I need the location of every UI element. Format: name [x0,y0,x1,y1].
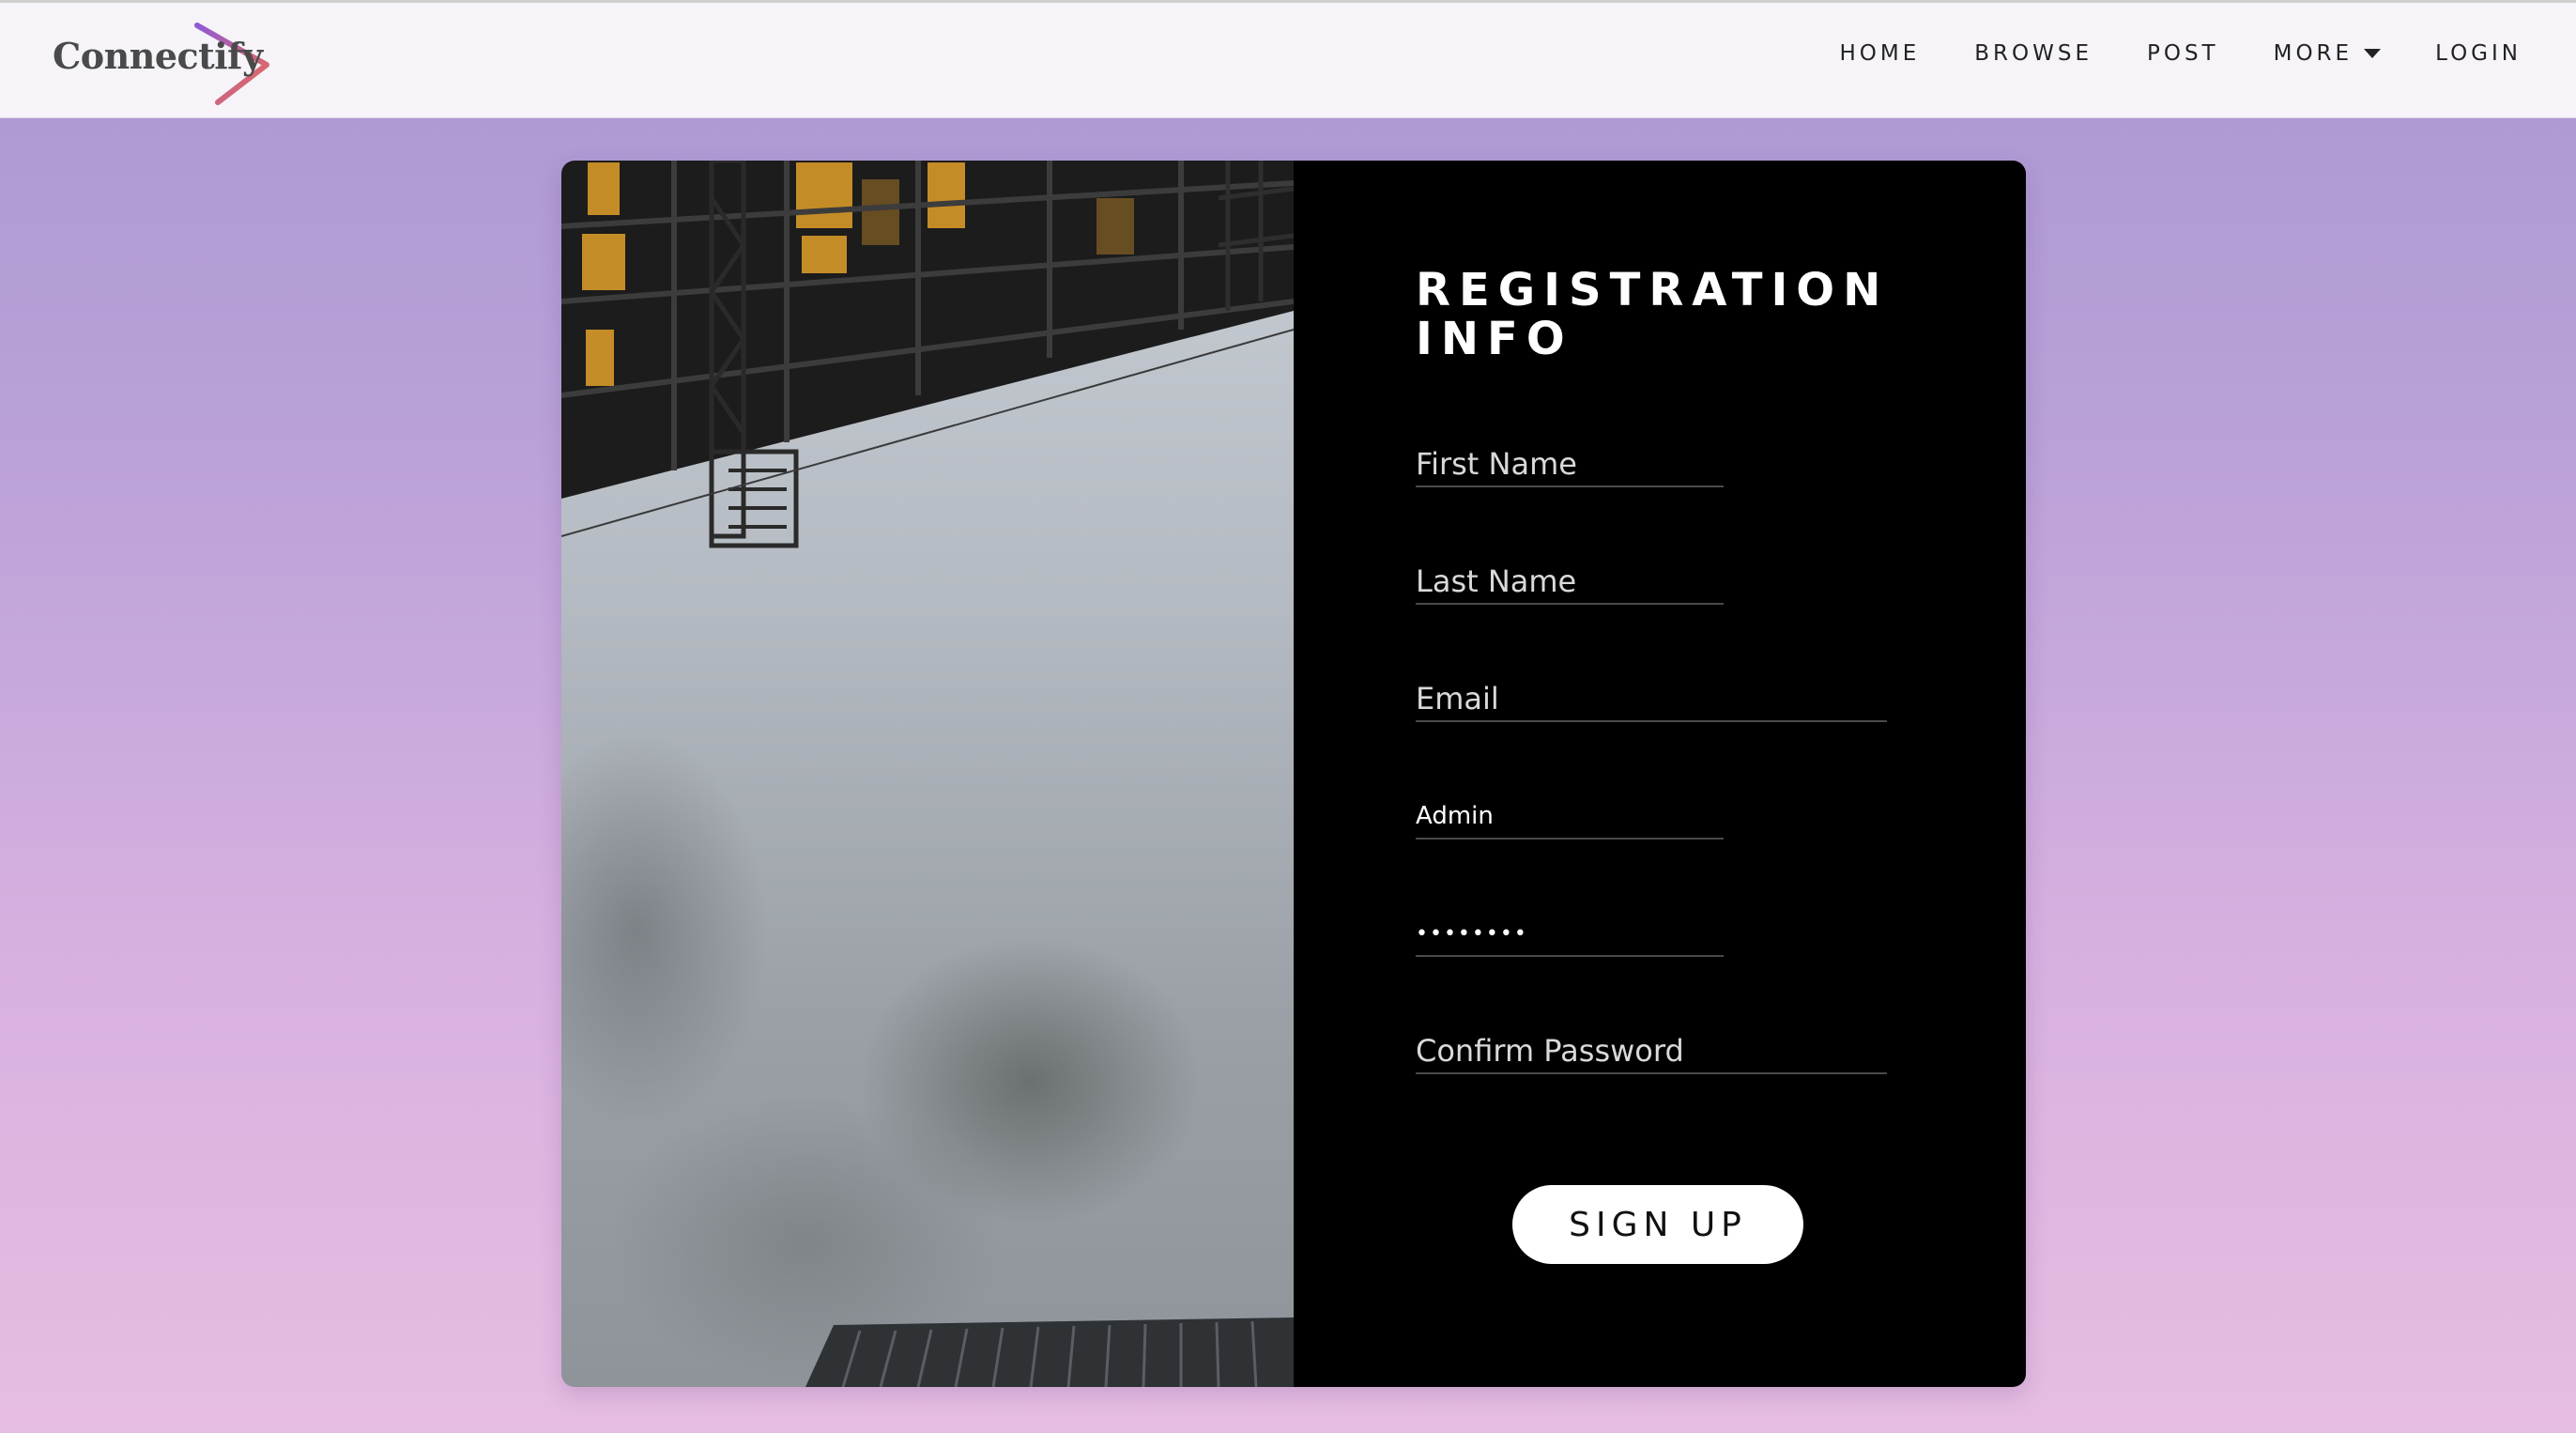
nav-post-label: POST [2146,41,2219,66]
username-field [1416,781,1724,840]
username-input[interactable] [1416,781,1724,838]
building-illustration [561,161,1294,1387]
confirm-password-input[interactable] [1416,1016,1887,1072]
main-nav: HOME BROWSE POST MORE LOGIN [1785,35,2522,72]
nav-browse[interactable]: BROWSE [1974,41,2093,66]
password-field [1416,899,1724,957]
registration-card: REGISTRATION INFO SIGN UP [561,161,2026,1387]
email-input[interactable] [1416,664,1887,720]
last-name-field [1416,547,1724,605]
registration-form: REGISTRATION INFO SIGN UP [1294,161,2026,1387]
brand-name: Connectify [53,35,263,77]
nav-login[interactable]: LOGIN [2435,41,2522,66]
first-name-field [1416,429,1724,487]
nav-login-label: LOGIN [2435,41,2522,66]
password-input[interactable] [1416,899,1724,955]
sign-up-button[interactable]: SIGN UP [1512,1185,1803,1264]
first-name-input[interactable] [1416,429,1724,485]
last-name-input[interactable] [1416,547,1724,603]
form-title: REGISTRATION INFO [1416,264,1890,365]
caret-down-icon [2364,49,2382,58]
nav-home[interactable]: HOME [1839,41,1920,66]
email-field [1416,664,1887,722]
confirm-password-field [1416,1016,1887,1074]
nav-browse-label: BROWSE [1974,41,2093,66]
nav-more-dropdown[interactable]: MORE [2273,41,2382,66]
nav-home-label: HOME [1839,41,1921,66]
brand-logo[interactable]: Connectify [53,16,287,110]
nav-post[interactable]: POST [2147,41,2219,66]
navbar: Connectify HOME BROWSE POST MORE LOGIN [0,0,2576,118]
nav-more-label: MORE [2273,41,2354,66]
building-photo [561,161,1294,1387]
